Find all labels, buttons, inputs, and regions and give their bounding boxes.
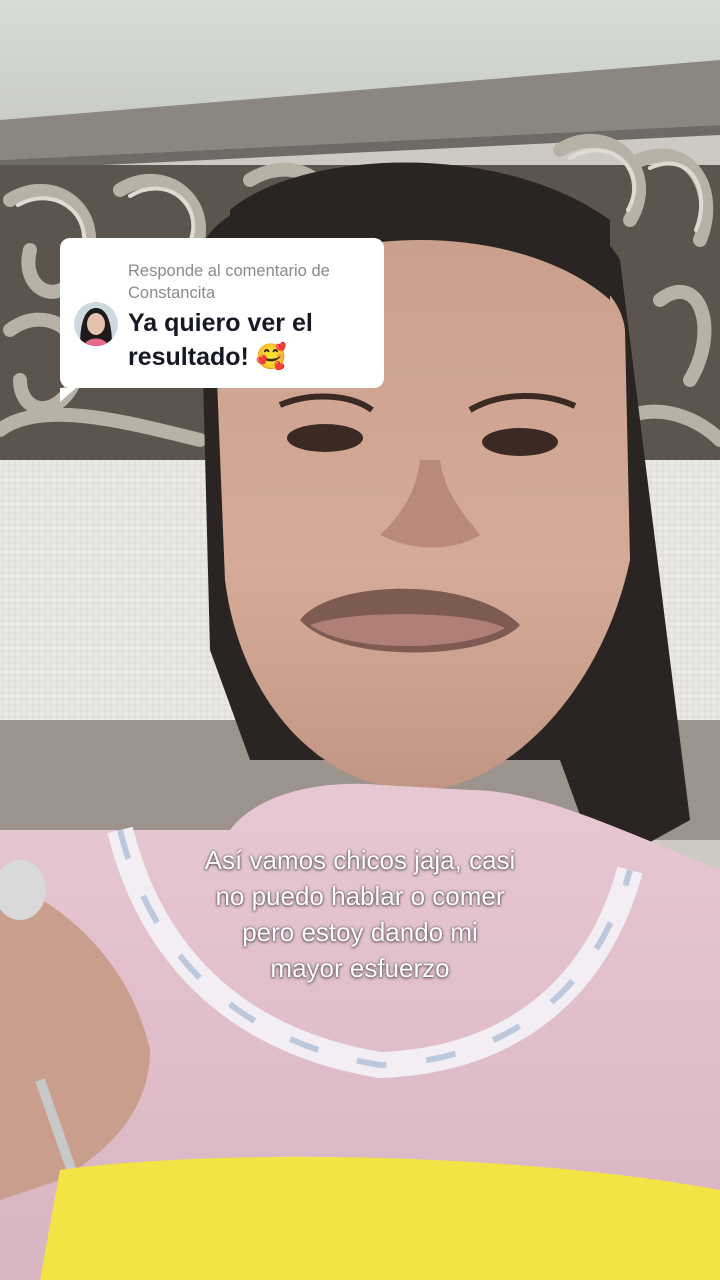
reply-comment-text: Ya quiero ver el resultado! 🥰	[128, 306, 373, 374]
reply-meta-text: Responde al comentario de Constancita	[128, 262, 330, 302]
yellow-towel	[40, 1156, 720, 1280]
smiling-hearts-emoji-icon: 🥰	[255, 343, 287, 371]
caption-line-3: pero estoy dando mi	[242, 917, 478, 947]
video-frame[interactable]	[0, 0, 720, 1280]
reply-comment-card[interactable]: Responde al comentario de Constancita Ya…	[60, 238, 384, 402]
caption-line-4: mayor esfuerzo	[270, 953, 450, 983]
video-caption: Así vamos chicos jaja, casi no puedo hab…	[140, 842, 580, 986]
commenter-avatar[interactable]	[74, 302, 118, 346]
caption-line-1: Así vamos chicos jaja, casi	[204, 845, 516, 875]
caption-line-2: no puedo hablar o comer	[215, 881, 505, 911]
